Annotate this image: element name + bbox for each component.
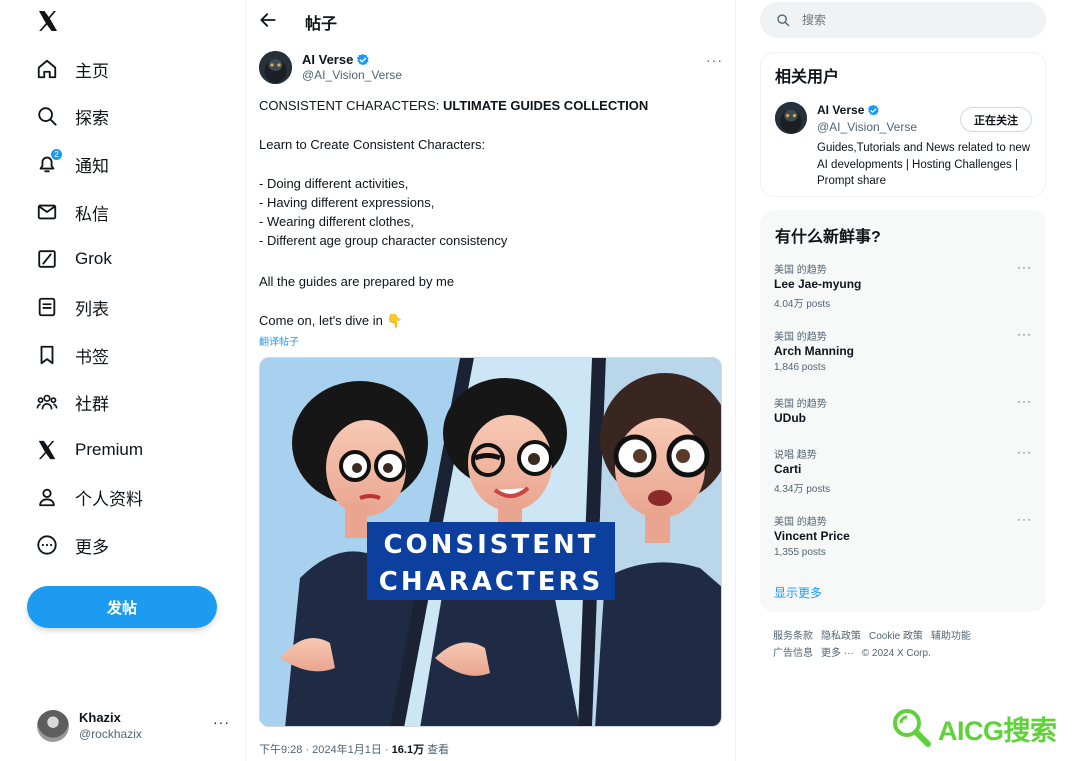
nav-item-notifications[interactable]: 2 通知 [36,148,109,179]
avatar [37,710,69,742]
views-count: 16.1万 [391,744,425,756]
nav-label: 主页 [75,61,109,81]
watermark-text: AICG搜索 [938,715,1057,746]
nav-label: Grok [75,249,112,268]
nav-label: 更多 [75,537,109,557]
related-user-handle[interactable]: @AI_Vision_Verse [817,120,917,134]
magnifier-logo-icon [890,706,934,750]
notification-badge: 2 [50,148,63,161]
footer-link[interactable]: 更多 ··· [821,648,854,659]
mail-icon [36,201,58,223]
x-logo-icon[interactable] [36,9,60,33]
trend-item[interactable]: 美国 的趋势 Lee Jae-myung 4.04万 posts ··· [761,260,1045,321]
post-text-block: Learn to Create Consistent Characters: [259,137,486,152]
search-input[interactable] [802,13,1022,27]
nav-item-communities[interactable]: 社群 [36,387,109,417]
footer-link[interactable]: 广告信息 [773,648,813,659]
related-user-avatar[interactable] [775,102,807,134]
verified-badge-icon [867,104,880,117]
left-nav: 主页 探索 2 通知 私信 Grok 列表 书签 社群 Premium 个人资料… [0,0,246,761]
author-name[interactable]: AI Verse [302,52,370,67]
trend-more-icon[interactable]: ··· [1017,445,1032,459]
footer-links: 广告信息 更多 ··· © 2024 X Corp. [773,644,939,659]
nav-item-messages[interactable]: 私信 [36,197,109,227]
nav-item-grok[interactable]: Grok [36,244,112,274]
right-sidebar: 相关用户 AI Verse @AI_Vision_Verse 正在关注 Guid… [736,0,1080,761]
trend-item[interactable]: 说唱 趋势 Carti 4.34万 posts ··· [761,445,1045,506]
related-user-bio: Guides,Tutorials and News related to new… [817,142,1031,187]
bell-icon: 2 [36,148,63,175]
trend-more-icon[interactable]: ··· [1017,512,1032,526]
account-name: Khazix [79,710,121,725]
main-column: 帖子 AI Verse @AI_Vision_Verse ··· CONSIST… [246,0,736,761]
nav-label: 私信 [75,204,109,224]
image-title-line1: CONSISTENT [383,530,598,560]
bookmark-icon [36,344,58,366]
translate-post-link[interactable]: 翻译帖子 [259,333,299,348]
nav-item-home[interactable]: 主页 [36,54,109,84]
footer-link[interactable]: 隐私政策 [821,631,861,642]
nav-label: 通知 [75,156,109,176]
show-more-link[interactable]: 显示更多 [774,584,822,601]
post-text-block: Come on, let's dive in 👇 [259,313,403,328]
post-meta: 下午9:28 · 2024年1月1日 · 16.1万 查看 [259,744,450,756]
search-icon [776,13,790,27]
image-title-line2: CHARACTERS [379,567,603,597]
page-title: 帖子 [305,16,338,33]
footer-link[interactable]: Cookie 政策 [869,631,923,642]
home-icon [36,58,58,80]
back-arrow-icon[interactable] [258,10,278,30]
following-button[interactable]: 正在关注 [960,107,1032,132]
list-icon [36,296,58,318]
card-title: 相关用户 [775,69,840,86]
communities-icon [36,391,58,413]
more-circle-icon [36,534,58,556]
search-bar[interactable] [760,2,1046,38]
grok-icon [36,248,58,270]
profile-icon [36,486,58,508]
x-icon [36,439,58,461]
author-handle[interactable]: @AI_Vision_Verse [302,68,402,82]
footer-link[interactable]: 服务条款 [773,631,813,642]
card-title: 有什么新鲜事? [775,229,881,246]
search-icon [36,105,58,127]
nav-item-bookmarks[interactable]: 书签 [36,340,109,370]
nav-item-more[interactable]: 更多 [36,530,109,560]
post-image[interactable]: CONSISTENT CHARACTERS [259,357,722,727]
trend-more-icon[interactable]: ··· [1017,327,1032,341]
nav-item-premium[interactable]: Premium [36,435,143,465]
nav-item-explore[interactable]: 探索 [36,101,109,131]
more-dots-icon[interactable]: ··· [213,714,230,730]
verified-badge-icon [356,53,370,67]
footer-links: 服务条款 隐私政策 Cookie 政策 辅助功能 [773,627,979,642]
related-users-card: 相关用户 AI Verse @AI_Vision_Verse 正在关注 Guid… [760,52,1046,197]
trend-item[interactable]: 美国 的趋势 Arch Manning 1,846 posts ··· [761,327,1045,388]
nav-label: 社群 [75,394,109,414]
footer-link[interactable]: 辅助功能 [931,631,971,642]
copyright: © 2024 X Corp. [861,648,931,659]
related-user-name[interactable]: AI Verse [817,103,880,117]
nav-label: Premium [75,440,144,459]
post-text-line: CONSISTENT CHARACTERS: ULTIMATE GUIDES C… [259,98,649,113]
account-switcher[interactable]: Khazix @rockhazix ··· [37,706,237,746]
nav-item-profile[interactable]: 个人资料 [36,482,143,512]
nav-label: 探索 [75,108,109,128]
post-text-list: - Doing different activities, - Having d… [259,176,508,248]
nav-label: 列表 [75,299,109,319]
account-handle: @rockhazix [79,727,142,741]
nav-item-lists[interactable]: 列表 [36,292,109,322]
trend-item[interactable]: 美国 的趋势 Vincent Price 1,355 posts ··· [761,512,1045,573]
author-avatar[interactable] [259,51,292,84]
trend-more-icon[interactable]: ··· [1017,260,1032,274]
watermark: AICG搜索 [890,706,1057,750]
post-more-icon[interactable]: ··· [706,52,723,68]
nav-label: 个人资料 [75,489,143,509]
compose-post-button[interactable]: 发帖 [27,586,217,628]
trends-card: 有什么新鲜事? 美国 的趋势 Lee Jae-myung 4.04万 posts… [760,210,1046,612]
post-text-block: All the guides are prepared by me [259,274,455,289]
trend-more-icon[interactable]: ··· [1017,394,1032,408]
nav-label: 书签 [75,347,109,367]
